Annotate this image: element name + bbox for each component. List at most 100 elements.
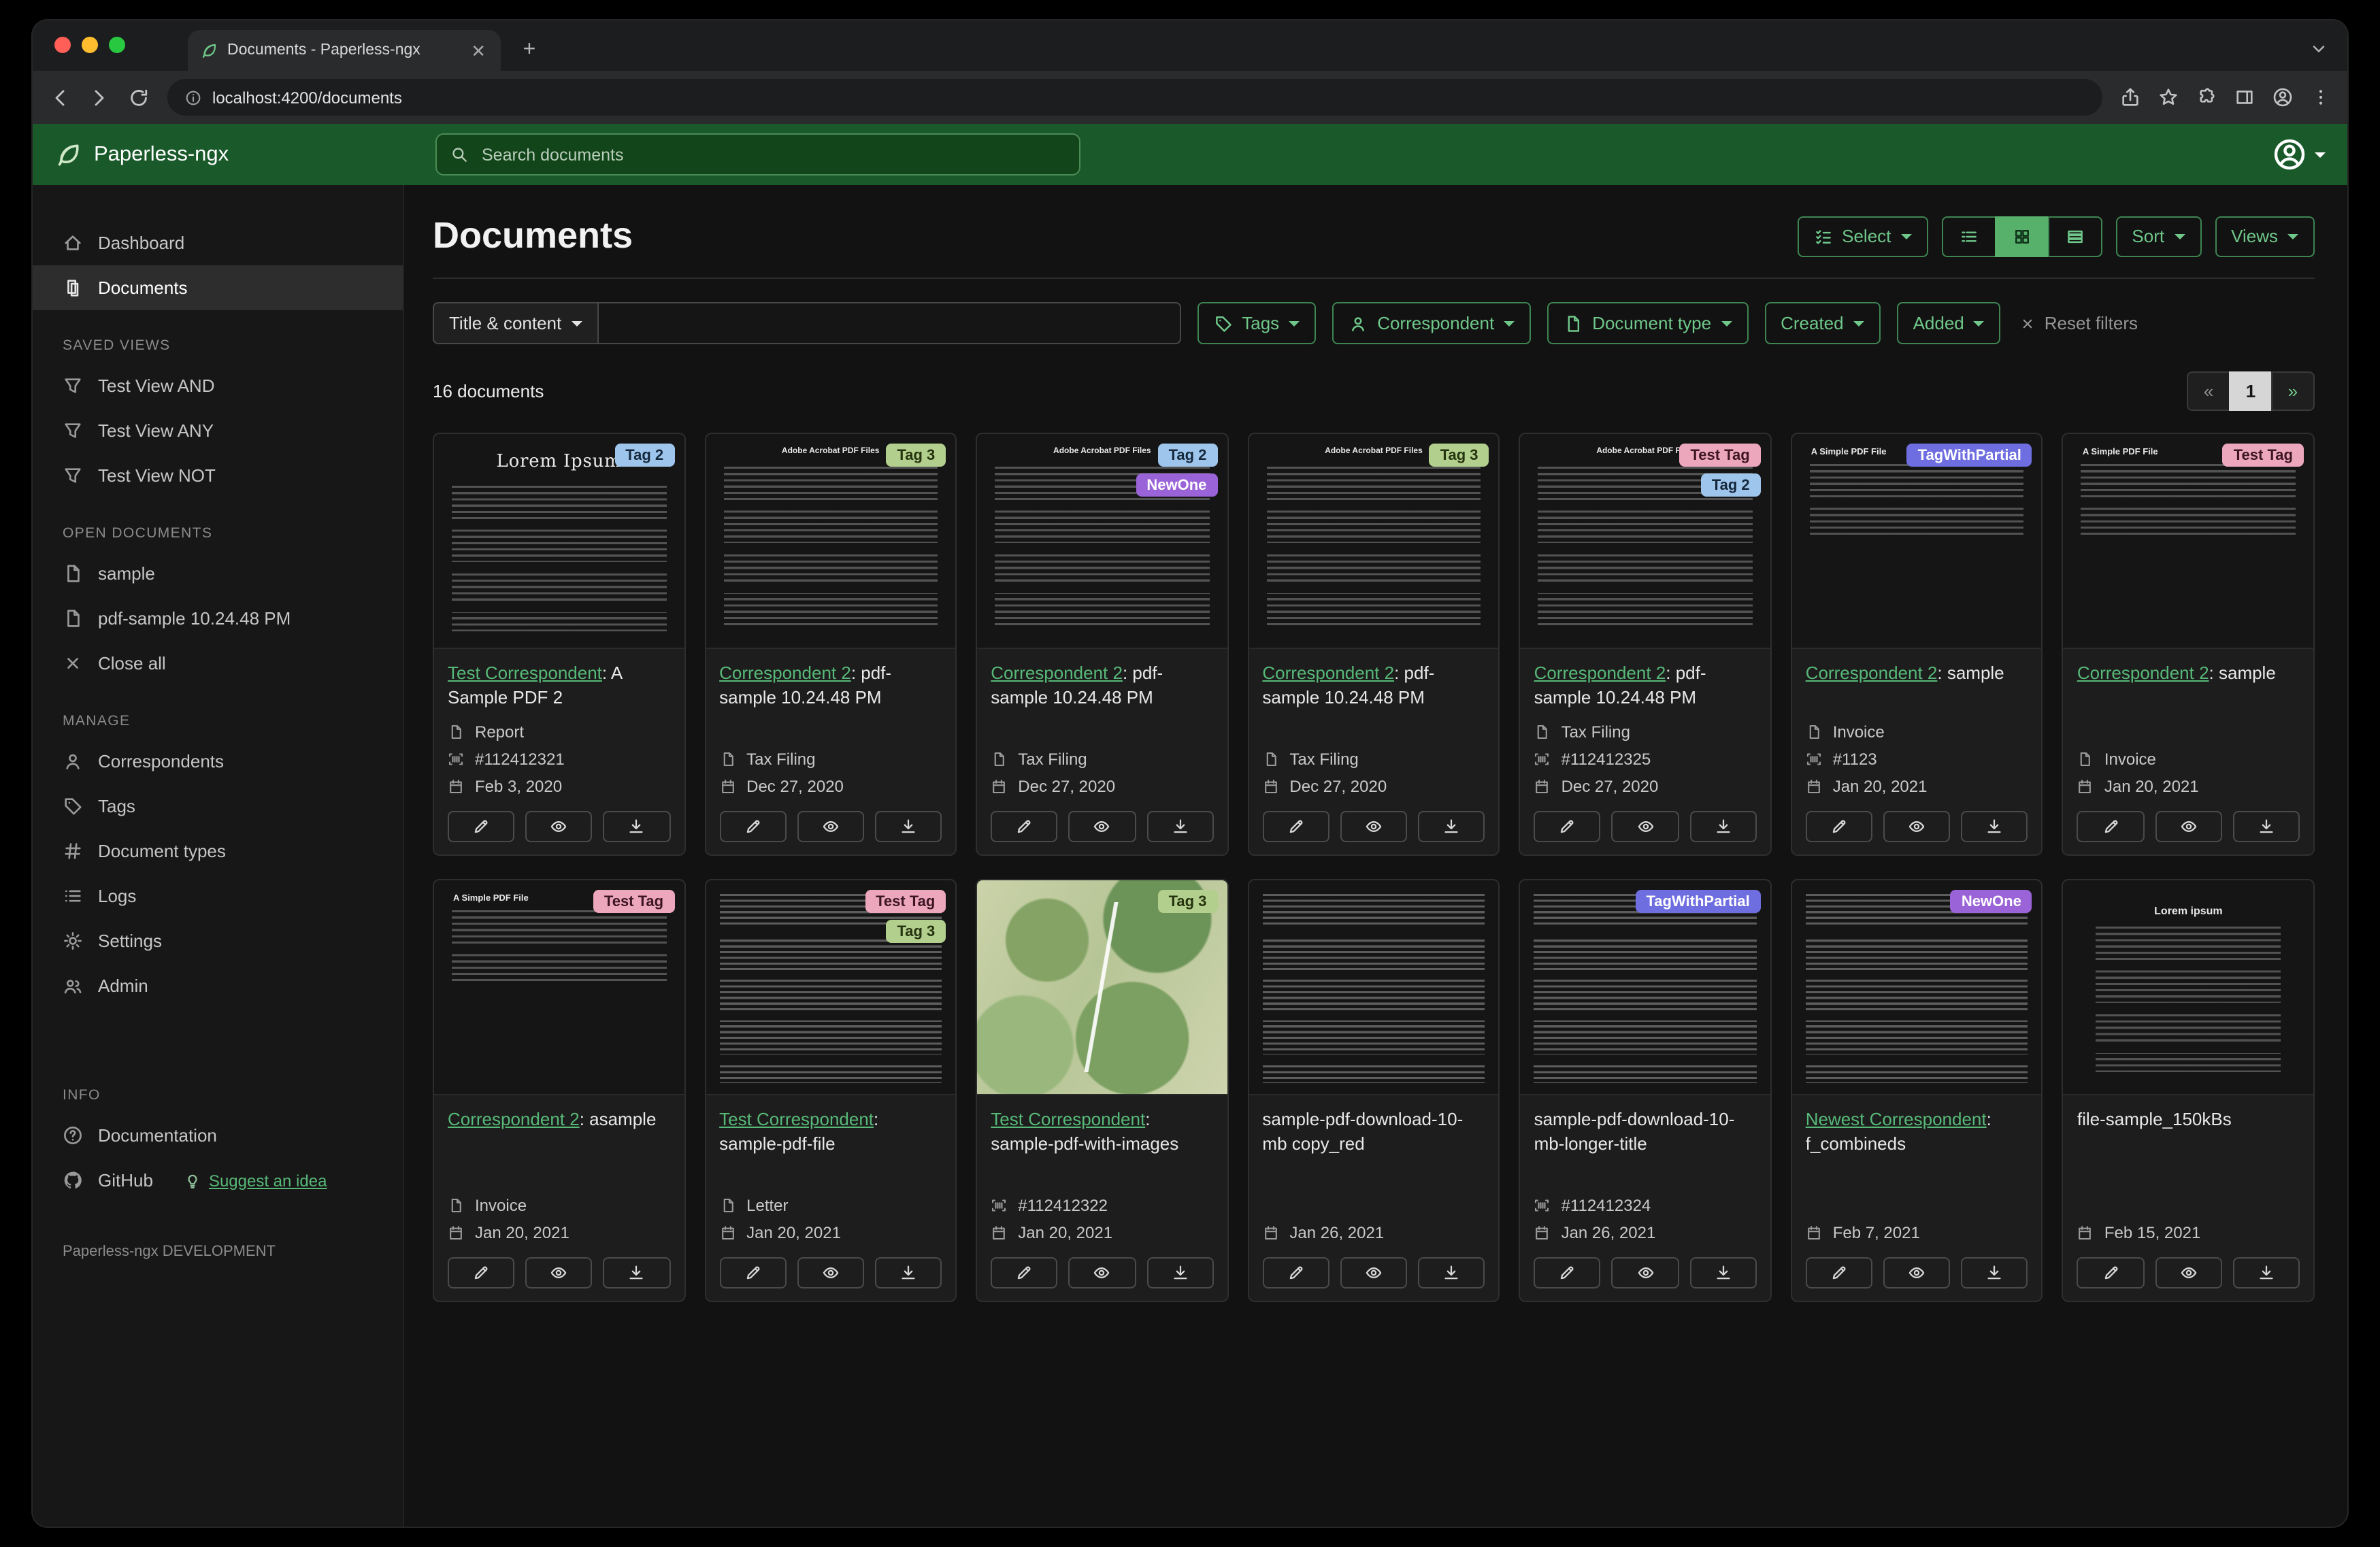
document-thumbnail[interactable]: NewOne — [1791, 880, 2042, 1095]
document-title[interactable]: Test Correspondent: A Sample PDF 2 — [448, 661, 670, 709]
sidebar-item-documents[interactable]: Documents — [33, 265, 403, 310]
view-details-button[interactable] — [2047, 216, 2102, 256]
forward-button[interactable] — [88, 86, 110, 108]
sidebar-item-test-view-any[interactable]: Test View ANY — [33, 408, 403, 453]
tag-badge-test-tag[interactable]: Test Tag — [1679, 444, 1761, 467]
view-button[interactable] — [1340, 811, 1408, 842]
sidebar-item-admin[interactable]: Admin — [33, 963, 403, 1008]
document-title[interactable]: Correspondent 2: pdf-sample 10.24.48 PM — [991, 661, 1213, 709]
edit-button[interactable] — [448, 811, 515, 842]
filter-created-button[interactable]: Created — [1764, 302, 1881, 344]
new-tab-button[interactable]: + — [517, 38, 542, 63]
sidebar-item-test-view-not[interactable]: Test View NOT — [33, 453, 403, 498]
browser-menu-icon[interactable] — [2311, 87, 2331, 107]
download-button[interactable] — [1689, 811, 1757, 842]
tag-badge-newone[interactable]: NewOne — [1950, 890, 2032, 913]
document-title[interactable]: Correspondent 2: sample — [1806, 661, 2028, 685]
view-button[interactable] — [525, 1257, 593, 1288]
document-title[interactable]: Correspondent 2: pdf-sample 10.24.48 PM — [1262, 661, 1485, 709]
browser-profile-avatar[interactable] — [2272, 87, 2293, 107]
download-button[interactable] — [1961, 1257, 2028, 1288]
sidebar-item-sample[interactable]: sample — [33, 551, 403, 596]
document-title[interactable]: file-sample_150kBs — [2077, 1108, 2300, 1131]
document-title[interactable]: Newest Correspondent: f_combineds — [1806, 1108, 2028, 1155]
filter-tags-button[interactable]: Tags — [1197, 302, 1317, 344]
download-button[interactable] — [1689, 1257, 1757, 1288]
tag-badge-tag-2[interactable]: Tag 2 — [614, 444, 675, 467]
download-button[interactable] — [1418, 811, 1485, 842]
correspondent-link[interactable]: Test Correspondent — [991, 1109, 1145, 1129]
tag-badge-tag-3[interactable]: Tag 3 — [1157, 890, 1218, 913]
download-button[interactable] — [1418, 1257, 1485, 1288]
sidebar-item-logs[interactable]: Logs — [33, 874, 403, 918]
edit-button[interactable] — [991, 1257, 1058, 1288]
correspondent-link[interactable]: Correspondent 2 — [1262, 663, 1394, 683]
download-button[interactable] — [603, 1257, 671, 1288]
views-button[interactable]: Views — [2215, 216, 2315, 256]
view-button[interactable] — [2155, 1257, 2222, 1288]
view-button[interactable] — [1611, 811, 1679, 842]
sidebar-item-documentation[interactable]: Documentation — [33, 1113, 403, 1158]
pagination-next-button[interactable]: » — [2271, 371, 2315, 411]
tag-badge-tag-3[interactable]: Tag 3 — [886, 444, 946, 467]
edit-button[interactable] — [1805, 811, 1873, 842]
pagination-current-page[interactable]: 1 — [2229, 371, 2272, 411]
view-button[interactable] — [2155, 811, 2222, 842]
select-button[interactable]: Select — [1797, 216, 1928, 256]
sidebar-item-dashboard[interactable]: Dashboard — [33, 220, 403, 265]
edit-button[interactable] — [2077, 1257, 2145, 1288]
edit-button[interactable] — [719, 1257, 787, 1288]
download-button[interactable] — [1146, 811, 1214, 842]
download-button[interactable] — [603, 811, 671, 842]
download-button[interactable] — [874, 1257, 942, 1288]
reset-filters-button[interactable]: Reset filters — [2020, 313, 2138, 333]
document-thumbnail[interactable] — [1249, 880, 1499, 1095]
document-title[interactable]: Correspondent 2: sample — [2077, 661, 2300, 685]
filter-document-type-button[interactable]: Document type — [1547, 302, 1749, 344]
view-button[interactable] — [1883, 1257, 1951, 1288]
edit-button[interactable] — [1534, 811, 1601, 842]
correspondent-link[interactable]: Test Correspondent — [719, 1109, 874, 1129]
view-button[interactable] — [1611, 1257, 1679, 1288]
share-icon[interactable] — [2120, 87, 2141, 107]
edit-button[interactable] — [1534, 1257, 1601, 1288]
tag-badge-tag-3[interactable]: Tag 3 — [886, 920, 946, 943]
filter-field-dropdown[interactable]: Title & content — [433, 302, 599, 344]
tag-badge-test-tag[interactable]: Test Tag — [865, 890, 946, 913]
tag-badge-tag-3[interactable]: Tag 3 — [1429, 444, 1489, 467]
edit-button[interactable] — [1262, 811, 1329, 842]
sidebar-item-correspondents[interactable]: Correspondents — [33, 739, 403, 784]
view-button[interactable] — [797, 1257, 864, 1288]
edit-button[interactable] — [448, 1257, 515, 1288]
pagination-prev-button[interactable]: « — [2187, 371, 2230, 411]
view-button[interactable] — [525, 811, 593, 842]
edit-button[interactable] — [2077, 811, 2145, 842]
download-button[interactable] — [2232, 1257, 2300, 1288]
download-button[interactable] — [2232, 811, 2300, 842]
view-grid-button[interactable] — [1994, 216, 2049, 256]
document-title[interactable]: Correspondent 2: pdf-sample 10.24.48 PM — [1534, 661, 1757, 709]
sort-button[interactable]: Sort — [2115, 216, 2202, 256]
download-button[interactable] — [874, 811, 942, 842]
correspondent-link[interactable]: Test Correspondent — [448, 663, 602, 683]
view-button[interactable] — [1068, 1257, 1136, 1288]
correspondent-link[interactable]: Correspondent 2 — [1806, 663, 1938, 683]
sidebar-item-document-types[interactable]: Document types — [33, 829, 403, 874]
document-title[interactable]: Test Correspondent: sample-pdf-with-imag… — [991, 1108, 1213, 1155]
view-button[interactable] — [1340, 1257, 1408, 1288]
tag-badge-tagwithpartial[interactable]: TagWithPartial — [1635, 890, 1761, 913]
app-brand[interactable]: Paperless-ngx — [54, 141, 411, 168]
tag-badge-tag-2[interactable]: Tag 2 — [1700, 473, 1761, 497]
document-thumbnail[interactable]: Adobe Acrobat PDF Files Tag 3 — [706, 434, 956, 649]
document-title[interactable]: Correspondent 2: asample — [448, 1108, 670, 1131]
tag-badge-newone[interactable]: NewOne — [1136, 473, 1218, 497]
browser-tab[interactable]: Documents - Paperless-ngx ✕ — [188, 30, 501, 71]
bookmark-star-icon[interactable] — [2158, 87, 2179, 107]
url-bar[interactable]: localhost:4200/documents — [167, 79, 2102, 116]
document-thumbnail[interactable]: Tag 3 — [977, 880, 1227, 1095]
site-info-icon[interactable] — [185, 89, 201, 105]
sidebar-item-close-all[interactable]: Close all — [33, 641, 403, 686]
sidebar-item-test-view-and[interactable]: Test View AND — [33, 363, 403, 408]
reload-button[interactable] — [128, 86, 150, 108]
document-thumbnail[interactable]: Adobe Acrobat PDF Files Tag 3 — [1249, 434, 1499, 649]
